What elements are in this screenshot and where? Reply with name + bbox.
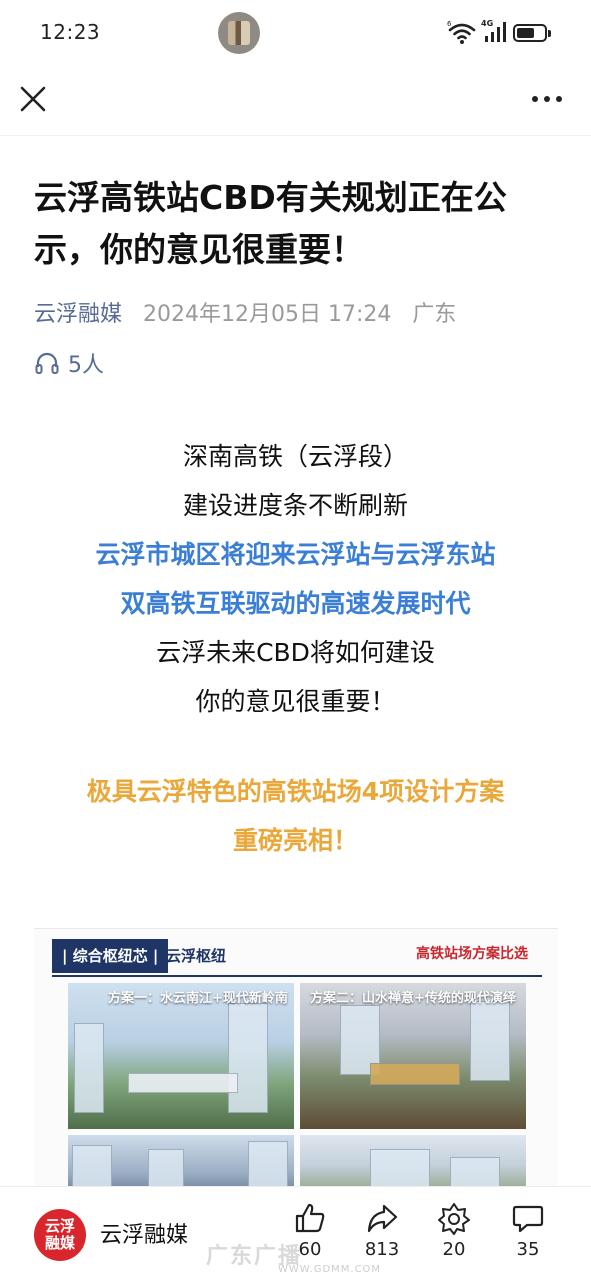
article-image[interactable]: | 综合枢纽芯 | 云浮枢纽 高铁站场方案比选 方案一：水云南江+现代新岭南 方…: [34, 928, 558, 1188]
image-tag: | 综合枢纽芯 |: [52, 939, 169, 973]
status-time: 12:23: [40, 20, 101, 44]
svg-text:6: 6: [447, 20, 452, 28]
account-name[interactable]: 云浮融媒: [100, 1217, 188, 1249]
body-line-emphasis: 重磅亮相！: [232, 826, 358, 855]
image-subtitle: 云浮枢纽: [166, 947, 227, 965]
body-line: 云浮未来CBD将如何建设: [156, 638, 435, 667]
account-logo-text: 云浮 融媒: [44, 1217, 75, 1252]
publish-location: 广东: [412, 302, 457, 327]
notification-avatar-icon: [218, 12, 260, 54]
plan-two-render: 方案二：山水禅意+传统的现代演绎: [300, 983, 526, 1129]
share-count: 813: [364, 1239, 400, 1260]
article-title: 云浮高铁站CBD有关规划正在公示，你的意见很重要！: [34, 178, 507, 269]
account-logo[interactable]: 云浮 融媒: [34, 1209, 86, 1261]
body-line: 深南高铁（云浮段）: [182, 442, 408, 471]
plan-three-render: [68, 1135, 294, 1188]
comment-count: 35: [516, 1239, 540, 1260]
wifi-icon: 6: [447, 20, 476, 44]
wow-button[interactable]: 20: [424, 1201, 484, 1260]
plan-four-render: [300, 1135, 526, 1188]
image-rule: [52, 975, 542, 977]
image-right-title: 高铁站场方案比选: [416, 946, 528, 962]
headphones-icon: [35, 352, 59, 374]
comment-button[interactable]: 35: [498, 1201, 558, 1260]
close-icon[interactable]: [18, 84, 48, 114]
listen-count[interactable]: 5人: [34, 348, 104, 378]
body-line: 建设进度条不断刷新: [182, 491, 408, 520]
listeners-label: 5人: [68, 353, 104, 378]
status-icons: 6 4G: [447, 18, 557, 46]
battery-icon: [513, 24, 551, 42]
article-meta: 云浮融媒 2024年12月05日 17:24 广东: [34, 296, 456, 328]
body-line-highlight: 云浮市城区将迎来云浮站与云浮东站: [95, 540, 496, 569]
top-nav: [0, 64, 591, 136]
plan-one-label: 方案一：水云南江+现代新岭南: [108, 991, 288, 1006]
signal-icon: 4G: [481, 19, 506, 42]
publish-datetime: 2024年12月05日 17:24: [143, 302, 392, 327]
watermark-url: WWW.GDMM.COM: [278, 1264, 382, 1275]
thumbs-up-icon: [295, 1203, 325, 1233]
svg-text:4G: 4G: [481, 19, 493, 28]
body-line-emphasis: 极具云浮特色的高铁站场4项设计方案: [86, 777, 505, 806]
wow-count: 20: [442, 1239, 466, 1260]
plan-two-label: 方案二：山水禅意+传统的现代演绎: [310, 991, 516, 1006]
more-icon[interactable]: [529, 86, 565, 112]
wow-icon: [438, 1203, 470, 1235]
status-bar: 12:23 6 4G: [0, 0, 591, 64]
share-button[interactable]: 813: [352, 1201, 412, 1260]
comment-icon: [512, 1205, 544, 1233]
share-icon: [367, 1204, 398, 1233]
source-link[interactable]: 云浮融媒: [34, 302, 122, 327]
body-line: 你的意见很重要！: [195, 687, 396, 716]
plan-one-render: 方案一：水云南江+现代新岭南: [68, 983, 294, 1129]
article-body: 深南高铁（云浮段） 建设进度条不断刷新 云浮市城区将迎来云浮站与云浮东站 双高铁…: [0, 432, 591, 865]
body-line-highlight: 双高铁互联驱动的高速发展时代: [120, 589, 471, 618]
